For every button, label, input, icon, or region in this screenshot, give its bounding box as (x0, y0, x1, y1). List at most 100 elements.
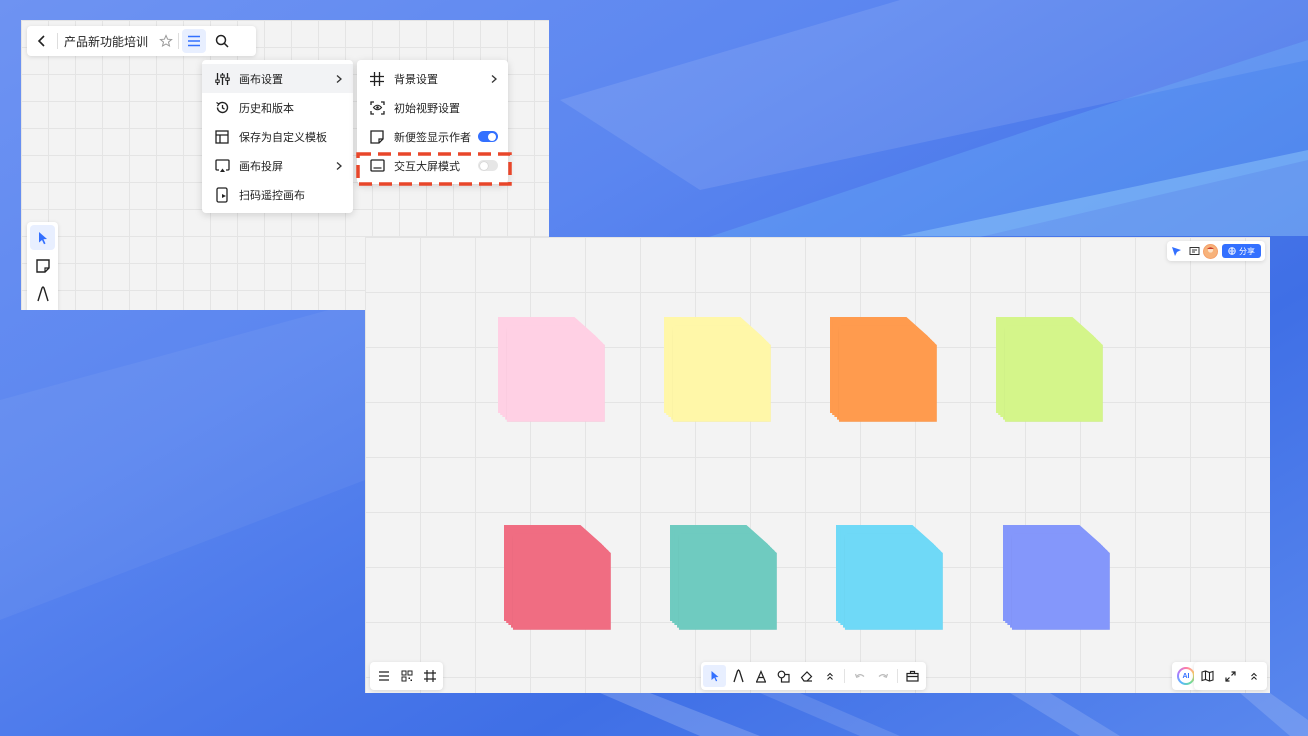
menu-item-cast[interactable]: 画布投屏 (202, 151, 353, 180)
main-menu: 画布设置 历史和版本 保存为自定义模板 画布投屏 扫码遥控画布 (202, 60, 353, 213)
board-title[interactable]: 产品新功能培训 (58, 33, 154, 50)
menu-item-label: 画布投屏 (239, 160, 283, 173)
map-icon (1201, 670, 1214, 682)
chevron-left-icon (37, 35, 45, 47)
menu-button[interactable] (372, 665, 395, 687)
submenu-item-label: 新便签显示作者 (394, 131, 471, 144)
back-button[interactable] (27, 26, 57, 56)
share-label: 分享 (1239, 246, 1255, 256)
sticky-note-tool[interactable] (30, 253, 55, 278)
sticky-note[interactable] (678, 533, 777, 630)
qrcode-button[interactable] (395, 665, 418, 687)
view-panel (1194, 662, 1267, 690)
menu-item-label: 历史和版本 (239, 102, 294, 115)
undo-icon (854, 673, 864, 678)
sticky-note[interactable] (672, 325, 771, 422)
sticky-note[interactable] (1011, 533, 1110, 630)
sticky-note-stack[interactable] (996, 317, 1111, 427)
sticky-note-stack[interactable] (664, 317, 779, 427)
history-icon (214, 100, 230, 116)
menu-item-history[interactable]: 历史和版本 (202, 93, 353, 122)
sticky-note-stack[interactable] (504, 525, 619, 635)
pen-icon (732, 669, 744, 683)
eye-frame-icon (369, 100, 385, 116)
sticky-note-stack[interactable] (1003, 525, 1118, 635)
canvas-window: 分享 AI (365, 237, 1270, 693)
cursor-icon (38, 231, 47, 244)
submenu-item-initial-view[interactable]: 初始视野设置 (357, 93, 508, 122)
show-author-toggle[interactable] (478, 131, 498, 142)
menu-item-canvas-settings[interactable]: 画布设置 (202, 64, 353, 93)
comment-icon (1189, 246, 1199, 255)
menu-button[interactable] (182, 29, 207, 53)
pen-icon (36, 285, 49, 301)
double-chevron-up-icon (826, 672, 833, 680)
divider (178, 33, 180, 49)
search-button[interactable] (209, 26, 235, 56)
text-icon (755, 669, 766, 683)
collapse-button[interactable] (1242, 665, 1265, 687)
frame-icon (423, 670, 436, 682)
menu-item-label: 扫码遥控画布 (239, 189, 305, 202)
sticky-note-stack[interactable] (670, 525, 785, 635)
submenu-item-label: 初始视野设置 (394, 102, 460, 115)
menu-item-label: 画布设置 (239, 73, 283, 86)
submenu-item-show-author[interactable]: 新便签显示作者 (357, 122, 508, 151)
chevron-right-icon (336, 74, 342, 83)
sticky-note[interactable] (844, 533, 943, 630)
top-toolbar: 产品新功能培训 (27, 26, 256, 56)
cursor-follow-icon (1171, 246, 1181, 256)
eraser-tool[interactable] (795, 665, 818, 687)
divider (844, 669, 845, 683)
top-right-panel: 分享 (1167, 241, 1265, 261)
redo-icon (878, 673, 888, 678)
divider (897, 669, 898, 683)
sticky-note[interactable] (838, 325, 937, 422)
shape-tool[interactable] (772, 665, 795, 687)
follow-button[interactable] (1167, 243, 1185, 259)
text-tool[interactable] (749, 665, 772, 687)
chevron-right-icon (491, 74, 497, 83)
highlight-annotation (356, 152, 512, 186)
globe-icon (1228, 247, 1236, 255)
sticky-note[interactable] (1004, 325, 1103, 422)
toolbox-icon (906, 670, 919, 682)
search-icon (215, 34, 229, 48)
hamburger-icon (188, 35, 201, 47)
pen-tool[interactable] (30, 281, 55, 306)
minimap-button[interactable] (1196, 665, 1219, 687)
avatar[interactable] (1203, 243, 1218, 259)
more-tools-button[interactable] (818, 665, 841, 687)
comment-button[interactable] (1185, 243, 1203, 259)
redo-button[interactable] (871, 665, 894, 687)
toolbox-button[interactable] (901, 665, 924, 687)
select-tool[interactable] (703, 665, 726, 687)
bottom-left-panel (370, 662, 443, 690)
select-tool[interactable] (30, 225, 55, 250)
shapes-icon (777, 670, 790, 683)
sticky-note[interactable] (506, 325, 605, 422)
share-button[interactable]: 分享 (1222, 244, 1261, 258)
undo-button[interactable] (848, 665, 871, 687)
sliders-icon (214, 71, 230, 87)
submenu-item-label: 背景设置 (394, 73, 438, 86)
ai-label: AI (1179, 669, 1193, 683)
sticky-icon (369, 129, 385, 145)
sticky-note-stack[interactable] (830, 317, 945, 427)
sticky-note[interactable] (512, 533, 611, 630)
pen-tool[interactable] (726, 665, 749, 687)
sticky-note-stack[interactable] (498, 317, 613, 427)
menu-item-save-template[interactable]: 保存为自定义模板 (202, 122, 353, 151)
sticky-note-stack[interactable] (836, 525, 951, 635)
cursor-icon (711, 671, 718, 682)
sticky-icon (35, 258, 50, 273)
submenu-item-background[interactable]: 背景设置 (357, 64, 508, 93)
user-avatar-icon (1204, 244, 1217, 258)
eraser-icon (800, 671, 813, 682)
frame-button[interactable] (418, 665, 441, 687)
fullscreen-button[interactable] (1219, 665, 1242, 687)
ai-button[interactable]: AI (1177, 667, 1195, 685)
menu-item-remote[interactable]: 扫码遥控画布 (202, 180, 353, 209)
favorite-button[interactable] (154, 26, 178, 56)
qrcode-icon (401, 670, 412, 682)
